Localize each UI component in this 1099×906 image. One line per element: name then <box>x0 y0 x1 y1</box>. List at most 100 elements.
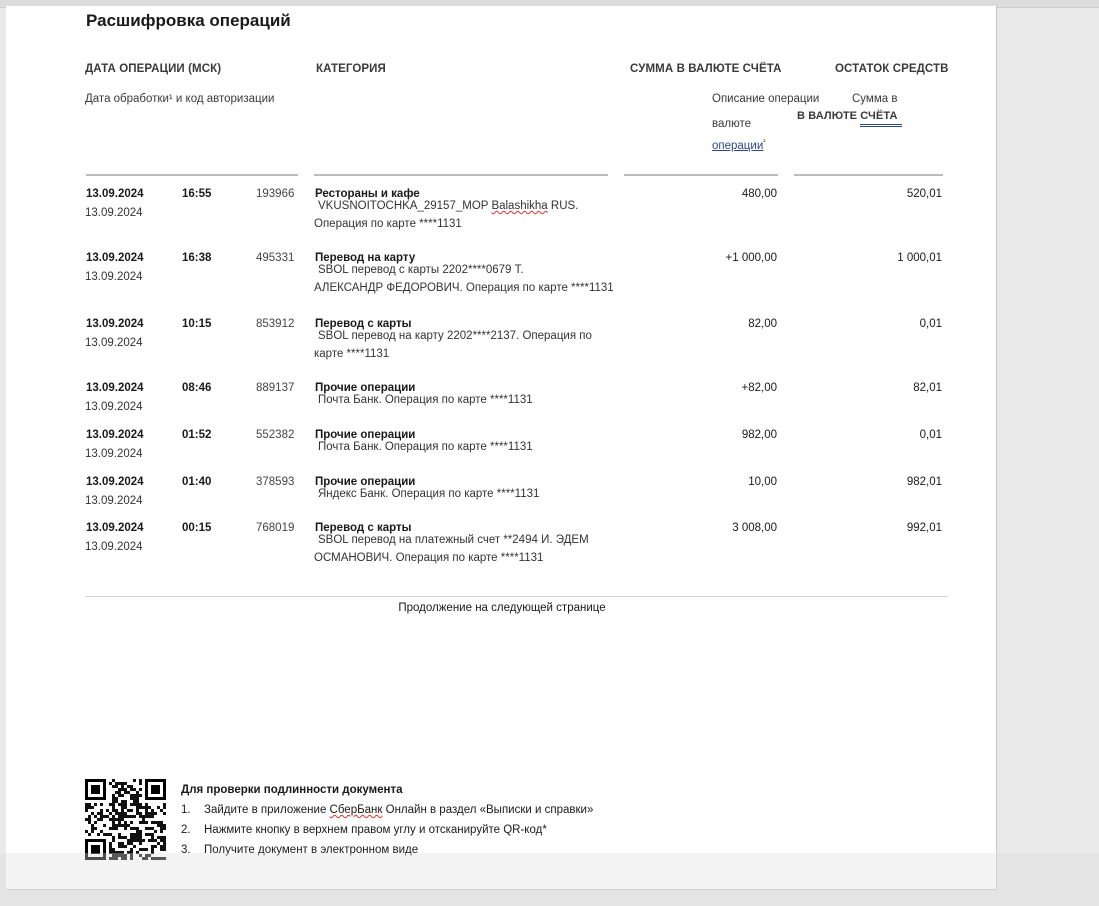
qr-module <box>121 800 124 803</box>
auth-code: 495331 <box>256 252 295 264</box>
qr-module <box>109 833 112 836</box>
description-text: SBOL перевод на карту 2202****2137. Опер… <box>318 330 592 342</box>
qr-module <box>151 857 154 860</box>
qr-finder-pattern <box>151 785 160 794</box>
qr-module <box>151 833 154 836</box>
continued-note: Продолжение на следующей странице <box>398 602 606 614</box>
qr-module <box>160 827 163 830</box>
qr-code <box>85 779 166 860</box>
operation-description: Яндекс Банк. Операция по карте ****1131 <box>314 485 619 503</box>
qr-module <box>163 827 166 830</box>
operation-time: 01:40 <box>182 476 212 488</box>
qr-module <box>151 848 154 851</box>
operation-currency-link[interactable]: операции <box>712 140 763 152</box>
verify-heading: Для проверки подлинности документа <box>181 784 403 796</box>
qr-module <box>106 833 109 836</box>
operation-amount: +82,00 <box>741 382 778 394</box>
qr-module <box>124 854 127 857</box>
qr-module <box>115 857 118 860</box>
qr-module <box>124 827 127 830</box>
processing-date: 13.09.2024 <box>85 271 143 283</box>
qr-module <box>139 854 142 857</box>
qr-module <box>151 851 154 854</box>
subheader-balance: В ВАЛЮТЕ СЧЁТА <box>797 110 898 122</box>
qr-module <box>139 779 142 782</box>
qr-module <box>121 845 124 848</box>
qr-module <box>109 845 112 848</box>
qr-module <box>130 842 133 845</box>
description-line: АЛЕКСАНДР ФЕДОРОВИЧ. Операция по карте *… <box>314 282 614 294</box>
qr-module <box>121 788 124 791</box>
qr-module <box>142 821 145 824</box>
qr-module <box>112 806 115 809</box>
balance-amount: 992,01 <box>906 522 942 534</box>
qr-module <box>112 848 115 851</box>
qr-module <box>136 797 139 800</box>
operation-description: SBOL перевод на карту 2202****2137. Опер… <box>314 327 619 363</box>
auth-code: 378593 <box>256 476 295 488</box>
qr-module <box>139 815 142 818</box>
description-line: ОСМАНОВИЧ. Операция по карте ****1131 <box>314 552 544 564</box>
qr-module <box>130 851 133 854</box>
operation-date: 13.09.2024 <box>86 252 144 264</box>
qr-module <box>160 830 163 833</box>
qr-module <box>151 812 154 815</box>
qr-module <box>88 821 91 824</box>
qr-module <box>94 803 97 806</box>
qr-module <box>130 854 133 857</box>
qr-module <box>151 815 154 818</box>
qr-module <box>163 848 166 851</box>
qr-module <box>115 851 118 854</box>
qr-module <box>112 785 115 788</box>
qr-module <box>151 836 154 839</box>
qr-module <box>139 836 142 839</box>
qr-module <box>148 812 151 815</box>
qr-module <box>160 821 163 824</box>
qr-module <box>163 812 166 815</box>
balance-amount: 982,01 <box>906 476 942 488</box>
description-line: SBOL перевод с карты 2202****0679 Т. <box>314 261 619 279</box>
verify-step: 1. Зайдите в приложение СберБанк Онлайн в… <box>181 800 593 820</box>
description-text-flagged: Balashikha <box>491 200 548 212</box>
step-text: Зайдите в приложение <box>204 804 330 816</box>
qr-module <box>115 797 118 800</box>
description-line: Почта Банк. Операция по карте ****1131 <box>314 438 619 456</box>
qr-module <box>112 800 115 803</box>
qr-module <box>121 824 124 827</box>
header-rule-category <box>314 174 608 176</box>
document-page: Расшифровка операций ДАТА ОПЕРАЦИИ (МСК)… <box>6 6 997 890</box>
qr-finder-pattern <box>91 845 100 854</box>
qr-module <box>118 791 121 794</box>
balance-amount: 0,01 <box>919 318 942 330</box>
qr-module <box>130 833 133 836</box>
operation-date: 13.09.2024 <box>86 476 144 488</box>
verify-step: 2. Нажмите кнопку в верхнем правом углу и… <box>181 820 593 840</box>
qr-module <box>91 830 94 833</box>
qr-module <box>160 809 163 812</box>
qr-module <box>112 815 115 818</box>
auth-code: 889137 <box>256 382 295 394</box>
qr-module <box>121 815 124 818</box>
qr-module <box>88 803 91 806</box>
qr-module <box>130 836 133 839</box>
qr-module <box>91 827 94 830</box>
step-text: Онлайн в раздел «Выписки и справки» <box>382 804 594 816</box>
qr-module <box>154 821 157 824</box>
qr-module <box>112 857 115 860</box>
qr-module <box>112 803 115 806</box>
qr-module <box>136 803 139 806</box>
qr-module <box>139 806 142 809</box>
description-line: Почта Банк. Операция по карте ****1131 <box>314 391 619 409</box>
qr-module <box>139 830 142 833</box>
page-title: Расшифровка операций <box>86 11 291 30</box>
qr-module <box>142 857 145 860</box>
qr-module <box>124 782 127 785</box>
qr-module <box>145 854 148 857</box>
qr-module <box>151 809 154 812</box>
qr-module <box>100 803 103 806</box>
qr-module <box>103 833 106 836</box>
qr-module <box>145 821 148 824</box>
qr-module <box>118 788 121 791</box>
qr-module <box>136 851 139 854</box>
qr-module <box>109 842 112 845</box>
